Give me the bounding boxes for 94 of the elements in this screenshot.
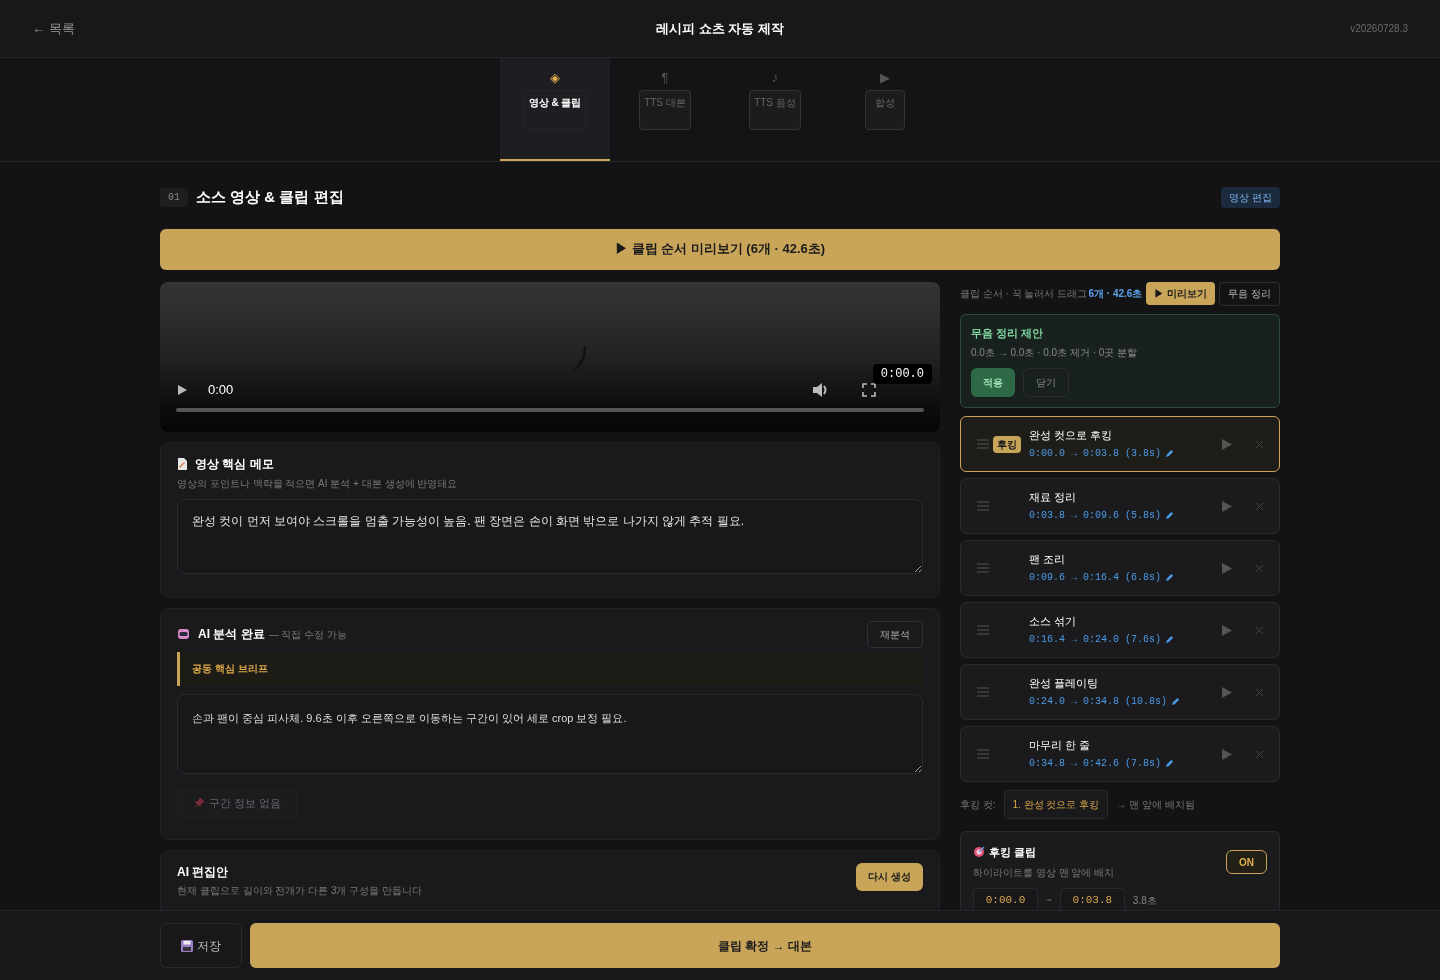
memo-title: 영상 핵심 메모 — [195, 455, 274, 473]
seek-track[interactable] — [176, 407, 924, 412]
suggestion-title: 무음 정리 제안 — [971, 325, 1045, 341]
back-link[interactable]: ← 목록 — [32, 18, 232, 39]
pencil-icon[interactable] — [1165, 449, 1175, 459]
pencil-icon[interactable] — [1165, 635, 1175, 645]
end-time-field[interactable]: 0:03.8 — [1059, 887, 1125, 910]
clip-title: 소스 섞기 — [1029, 613, 1078, 629]
video-player[interactable]: 0:00 0:00.0 — [160, 281, 940, 432]
preview-order-button[interactable]: ▶ 클립 순서 미리보기 (6개 · 42.6초) — [160, 228, 1280, 270]
memo-field[interactable]: 완성 컷이 먼저 보여야 스크롤을 멈출 가능성이 높음. 팬 장면은 손이 화면 밖으로 나가지 않게 추적 필요. — [177, 498, 923, 574]
drag-handle-icon[interactable] — [977, 563, 989, 573]
hook-cut-select[interactable]: 1. 완성 컷으로 후킹 — [1003, 790, 1109, 819]
fullscreen-icon[interactable] — [862, 382, 876, 397]
drag-handle-icon[interactable] — [977, 625, 989, 635]
version-label: v20260728.3 — [1350, 22, 1408, 36]
step-icon: ▶ — [880, 70, 890, 86]
regenerate-button[interactable]: 다시 생성 — [856, 862, 923, 891]
clip-range: 0:00.0 → 0:03.8 (3.8s) — [1029, 447, 1162, 462]
step-icon: ¶ — [661, 70, 669, 86]
pencil-icon[interactable] — [1165, 511, 1175, 521]
hook-cut-note: → 맨 앞에 배치됨 — [1116, 798, 1195, 812]
clip-range: 0:03.8 → 0:09.6 (5.8s) — [1029, 509, 1162, 524]
clip-row[interactable]: 마무리 한 줄 0:34.8 → 0:42.6 (7.8s) — [960, 726, 1280, 782]
section-number: 01 — [160, 187, 188, 207]
pin-icon — [194, 797, 205, 809]
step-label: 영상 & 클립 — [523, 90, 587, 130]
close-icon[interactable] — [1256, 440, 1263, 448]
brief-label: 공동 핵심 브리프 — [177, 651, 923, 686]
edit-plan-hint: 현재 클립으로 길이와 전개가 다른 3개 구성을 만듭니다 — [177, 883, 422, 898]
clip-row[interactable]: 팬 조리 0:09.6 → 0:16.4 (6.8s) — [960, 540, 1280, 596]
reanalyze-button[interactable]: 재분석 — [867, 620, 923, 648]
brief-field[interactable]: 손과 팬이 중심 피사체. 9.6초 이후 오른쪽으로 이동하는 구간이 있어 세로 crop 보정 필요. — [177, 693, 923, 774]
clip-row[interactable]: 재료 정리 0:03.8 → 0:09.6 (5.8s) — [960, 478, 1280, 534]
drag-handle-icon[interactable] — [977, 439, 989, 449]
silence-trim-button[interactable]: 무음 정리 — [1219, 281, 1280, 306]
drag-handle-icon[interactable] — [977, 749, 989, 759]
pencil-icon[interactable] — [1165, 759, 1175, 769]
range-separator: ~ — [1046, 893, 1052, 908]
hook-duration: 3.8초 — [1132, 893, 1157, 908]
pencil-icon[interactable] — [1171, 697, 1181, 707]
clip-order-label: 클립 순서 · 꾹 눌러서 드래그 — [960, 287, 1088, 301]
close-button[interactable]: 닫기 — [1023, 368, 1069, 397]
clip-summary: 6개 · 42.6초 — [1088, 287, 1143, 301]
clip-title: 재료 정리 — [1029, 489, 1078, 505]
robot-icon — [177, 628, 190, 640]
edit-plan-title: AI 편집안 — [177, 863, 230, 881]
close-icon[interactable] — [1256, 502, 1263, 510]
close-icon[interactable] — [1256, 750, 1263, 758]
confirm-button[interactable]: 클립 확정 → 대본 — [250, 923, 1280, 968]
timestamp-overlay: 0:00.0 — [872, 363, 932, 384]
drag-handle-icon[interactable] — [977, 687, 989, 697]
clip-range: 0:34.8 → 0:42.6 (7.8s) — [1029, 757, 1162, 772]
apply-button[interactable]: 적용 — [971, 368, 1015, 397]
clip-range: 0:24.0 → 0:34.8 (10.8s) — [1029, 695, 1168, 710]
document-icon — [177, 457, 187, 470]
step-tab[interactable]: ◈ 영상 & 클립 — [500, 58, 610, 161]
analysis-subtitle: — 직접 수정 가능 — [268, 627, 347, 642]
section-tag: 영상 편집 — [1221, 186, 1280, 208]
hook-clip-hint: 하이라이트를 영상 맨 앞에 배치 — [973, 865, 1115, 880]
close-icon[interactable] — [1256, 688, 1263, 696]
analysis-title: AI 분석 완료 — [198, 626, 265, 643]
target-icon — [973, 846, 985, 859]
clip-row[interactable]: 후킹 완성 컷으로 후킹 0:00.0 → 0:03.8 (3.8s) — [960, 416, 1280, 472]
close-icon[interactable] — [1256, 564, 1263, 572]
hook-clip-title: 후킹 클립 — [989, 845, 1037, 860]
page-title: 레시피 쇼츠 자동 제작 — [656, 19, 784, 38]
clip-title: 팬 조리 — [1029, 551, 1067, 567]
clip-title: 완성 플레이팅 — [1029, 675, 1100, 691]
clip-range: 0:09.6 → 0:16.4 (6.8s) — [1029, 571, 1162, 586]
play-icon[interactable] — [176, 383, 188, 396]
step-label: 합성 — [865, 90, 905, 130]
hook-toggle[interactable]: ON — [1226, 850, 1267, 874]
hook-cut-label: 후킹 컷: — [960, 798, 996, 812]
pencil-icon[interactable] — [1165, 573, 1175, 583]
start-time-field[interactable]: 0:00.0 — [973, 887, 1038, 910]
suggestion-detail: 0.0초 → 0.0초 · 0.0초 제거 · 0곳 분할 — [971, 346, 1139, 360]
close-icon[interactable] — [1256, 626, 1263, 634]
hook-badge: 후킹 — [993, 435, 1021, 453]
step-label: TTS 대본 — [639, 90, 691, 130]
clip-row[interactable]: 완성 플레이팅 0:24.0 → 0:34.8 (10.8s) — [960, 664, 1280, 720]
memo-hint: 영상의 포인트나 맥락을 적으면 AI 분석 + 대본 생성에 반영돼요 — [177, 476, 459, 491]
step-icon: ♪ — [771, 70, 779, 86]
clip-title: 완성 컷으로 후킹 — [1029, 427, 1114, 443]
save-button[interactable]: 저장 — [160, 923, 242, 968]
step-icon: ◈ — [550, 70, 560, 86]
clip-row[interactable]: 소스 섞기 0:16.4 → 0:24.0 (7.6s) — [960, 602, 1280, 658]
step-label: TTS 음성 — [749, 90, 801, 130]
video-time: 0:00 — [208, 381, 234, 399]
clip-range: 0:16.4 → 0:24.0 (7.6s) — [1029, 633, 1162, 648]
section-title: 소스 영상 & 클립 편집 — [196, 187, 344, 207]
mini-preview-button[interactable]: ▶ 미리보기 — [1146, 282, 1216, 305]
drag-handle-icon[interactable] — [977, 501, 989, 511]
clip-title: 마무리 한 줄 — [1029, 737, 1092, 753]
